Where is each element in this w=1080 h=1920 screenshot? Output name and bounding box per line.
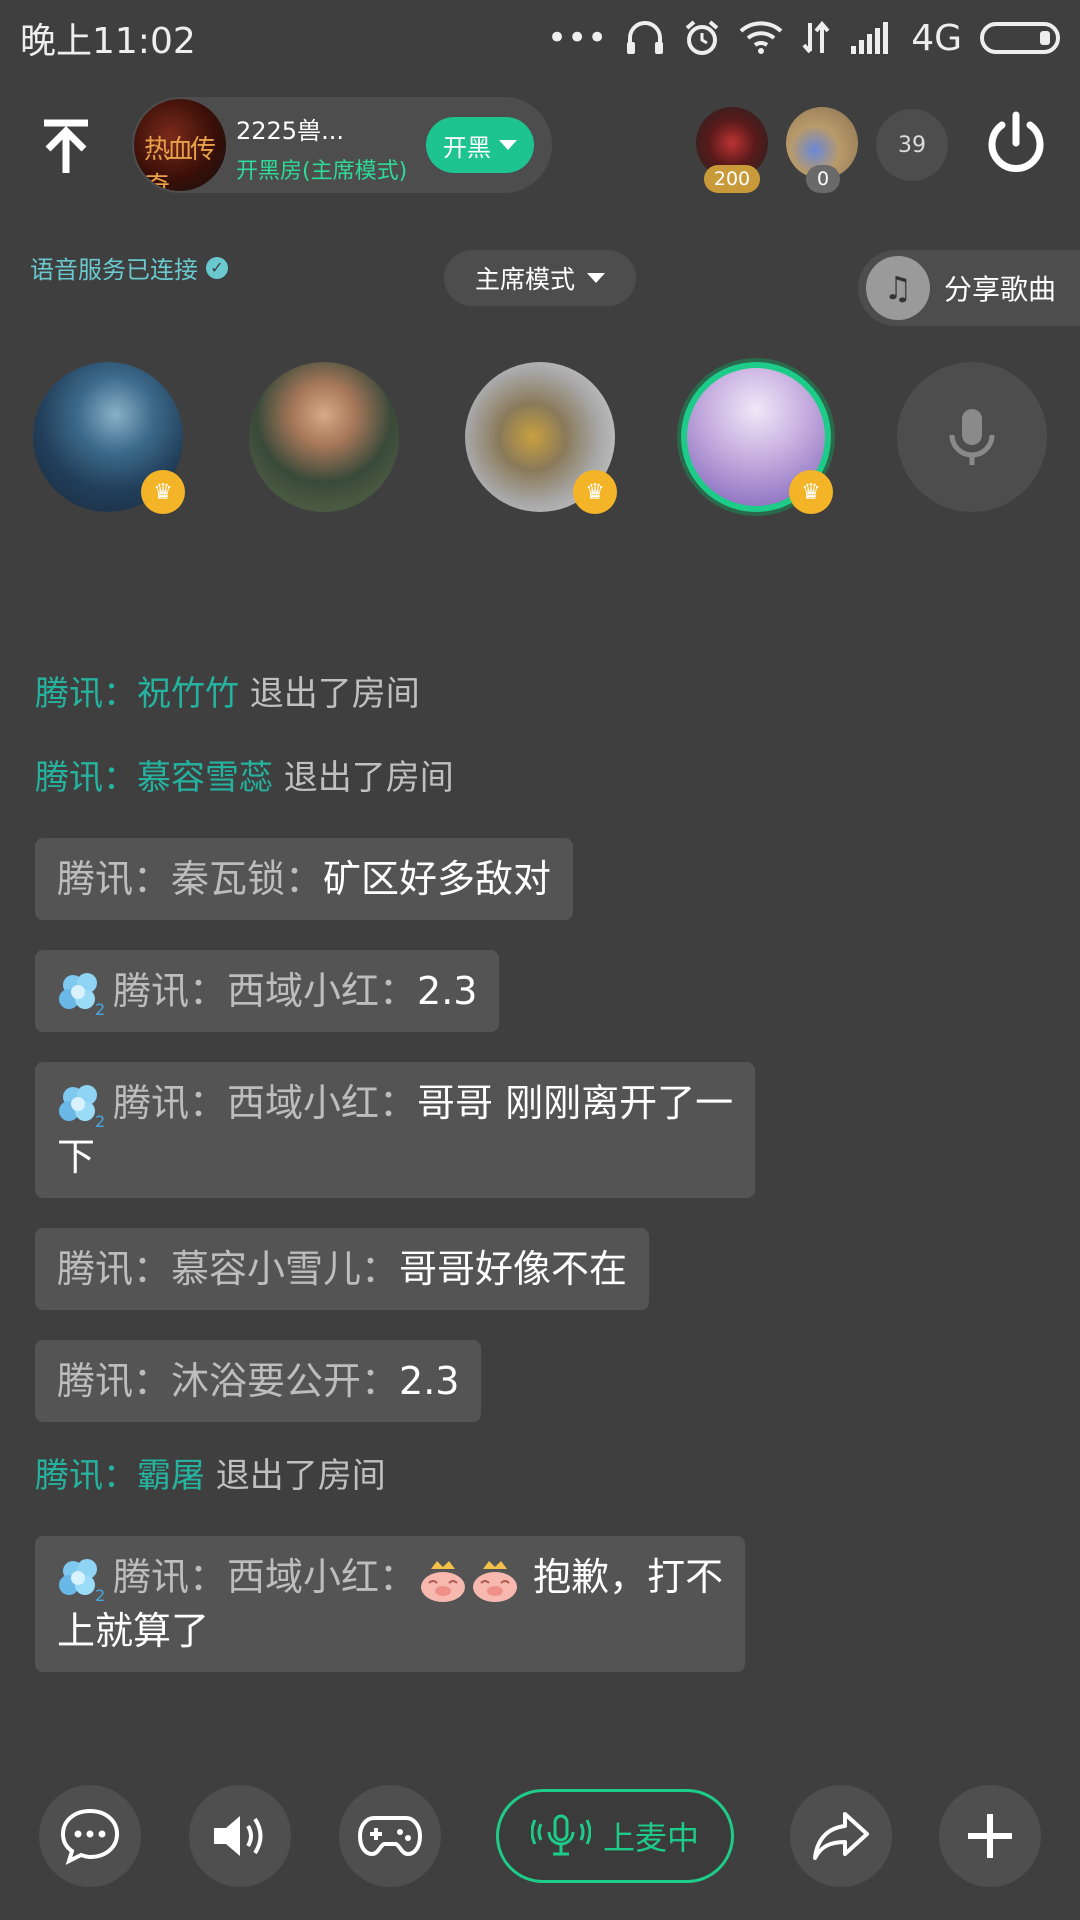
status-bar: 晚上11:02 ••• 4G xyxy=(0,0,1080,76)
audience-badge-1: 200 xyxy=(704,165,760,193)
music-note-icon: ♫ xyxy=(866,256,930,320)
check-icon: ✓ xyxy=(206,256,228,279)
game-button[interactable] xyxy=(339,1785,441,1887)
speaker-icon xyxy=(214,1816,263,1856)
audience-count-button[interactable]: 39 xyxy=(876,109,948,181)
sender-name: 腾讯：秦瓦锁： xyxy=(57,857,324,901)
chat-message[interactable]: 腾讯：慕容小雪儿：哥哥好像不在 xyxy=(35,1228,650,1310)
svg-text:2: 2 xyxy=(95,1000,105,1017)
pig-emoji-icon xyxy=(473,1560,518,1602)
alarm-icon xyxy=(685,20,719,55)
system-action: 退出了房间 xyxy=(273,758,454,798)
chat-list[interactable]: 腾讯：祝竹竹 退出了房间 腾讯：慕容雪蕊 退出了房间 腾讯：秦瓦锁：矿区好多敌对… xyxy=(35,670,1045,1702)
user-name[interactable]: 霸屠 xyxy=(137,1456,205,1496)
svg-text:2: 2 xyxy=(95,1586,105,1603)
message-text: 哥哥好像不在 xyxy=(399,1247,628,1291)
mode-select[interactable]: 主席模式 xyxy=(444,250,636,306)
status-icons: ••• 4G xyxy=(547,18,1060,59)
room-name: 2225兽... xyxy=(236,117,344,145)
more-dots-icon: ••• xyxy=(547,18,608,58)
voice-status: 语音服务已连接 ✓ xyxy=(30,250,228,285)
mode-select-label: 主席模式 xyxy=(474,265,575,294)
message-source: 腾讯： xyxy=(35,1456,137,1496)
chat-message[interactable]: 2 腾讯：西域小红：2.3 xyxy=(35,950,500,1032)
pig-emoji-icon xyxy=(421,1560,466,1602)
message-source: 腾讯： xyxy=(35,674,137,714)
more-button[interactable] xyxy=(939,1785,1041,1887)
room-info[interactable]: 热血传奇 2225兽... 开黑房(主席模式) 开黑 xyxy=(132,97,552,193)
wifi-icon xyxy=(739,21,783,54)
microphone-icon xyxy=(949,409,995,465)
message-text: 2.3 xyxy=(399,1359,460,1403)
bottom-toolbar: 上麦中 xyxy=(0,1785,1080,1889)
svg-text:2: 2 xyxy=(95,1112,105,1129)
dropdown-arrow-icon xyxy=(499,140,517,150)
chat-bubble-icon xyxy=(60,1808,120,1865)
room-type-label: 开黑 xyxy=(443,133,491,162)
headphones-icon xyxy=(627,21,664,54)
system-message: 腾讯：慕容雪蕊 退出了房间 xyxy=(35,754,1045,802)
minimize-arrow-icon[interactable] xyxy=(30,109,102,181)
sender-name: 腾讯：西域小红： xyxy=(113,969,418,1013)
system-message: 腾讯：霸屠 退出了房间 xyxy=(35,1452,1045,1500)
crown-icon: ♛ xyxy=(789,470,833,514)
user-name[interactable]: 祝竹竹 xyxy=(137,674,239,714)
message-text: 2.3 xyxy=(417,969,478,1013)
chat-message[interactable]: 2 腾讯：西域小红：哥哥 刚刚离开了一下 xyxy=(35,1062,756,1198)
user-name[interactable]: 慕容雪蕊 xyxy=(137,758,273,798)
room-header: 热血传奇 2225兽... 开黑房(主席模式) 开黑 200 0 39 xyxy=(0,95,1080,195)
crown-icon: ♛ xyxy=(141,470,185,514)
chat-message[interactable]: 2 腾讯：西域小红： 抱歉，打不上就算了 xyxy=(35,1536,746,1672)
share-song-label: 分享歌曲 xyxy=(944,273,1057,306)
sender-name: 腾讯：沐浴要公开： xyxy=(57,1359,400,1403)
power-icon[interactable] xyxy=(980,109,1052,181)
dropdown-arrow-icon xyxy=(587,273,605,283)
message-text: 抱歉，打不 xyxy=(521,1555,724,1599)
system-message: 腾讯：祝竹竹 退出了房间 xyxy=(35,670,1045,718)
system-action: 退出了房间 xyxy=(205,1456,386,1496)
chat-message[interactable]: 腾讯：沐浴要公开：2.3 xyxy=(35,1340,482,1422)
message-text: 矿区好多敌对 xyxy=(323,857,552,901)
level-badge-icon: 2 xyxy=(59,1558,105,1603)
plus-icon xyxy=(968,1814,1012,1858)
battery-icon xyxy=(980,22,1060,54)
sender-name: 腾讯：西域小红： xyxy=(113,1555,418,1599)
message-text-continued: 下 xyxy=(57,1135,96,1179)
mic-status-button[interactable]: 上麦中 xyxy=(496,1789,734,1883)
sender-name: 腾讯：西域小红： xyxy=(113,1081,418,1125)
status-time: 晚上11:02 xyxy=(20,21,196,62)
share-arrow-icon xyxy=(813,1812,869,1860)
mic-status-label: 上麦中 xyxy=(602,1819,699,1857)
system-action: 退出了房间 xyxy=(239,674,420,714)
mic-seat-2-avatar[interactable] xyxy=(249,362,399,512)
share-song-button[interactable]: ♫ 分享歌曲 xyxy=(858,250,1080,326)
data-transfer-icon xyxy=(802,21,830,54)
message-source: 腾讯： xyxy=(35,758,137,798)
network-type: 4G xyxy=(911,17,962,59)
message-text-continued: 上就算了 xyxy=(57,1609,210,1653)
chat-message[interactable]: 腾讯：秦瓦锁：矿区好多敌对 xyxy=(35,838,574,920)
microphone-waves-icon xyxy=(530,1814,591,1856)
volume-button[interactable] xyxy=(189,1785,291,1887)
level-badge-icon: 2 xyxy=(59,1084,105,1129)
sender-name: 腾讯：慕容小雪儿： xyxy=(57,1247,400,1291)
room-mode-label: 开黑房(主席模式) xyxy=(236,159,408,184)
room-cover-image: 热血传奇 xyxy=(134,99,226,191)
level-badge-icon: 2 xyxy=(59,972,105,1017)
gamepad-icon xyxy=(358,1816,422,1857)
share-button[interactable] xyxy=(790,1785,892,1887)
chat-button[interactable] xyxy=(39,1785,141,1887)
empty-mic-seat[interactable] xyxy=(897,362,1047,512)
voice-status-label: 语音服务已连接 xyxy=(30,256,198,284)
room-type-dropdown[interactable]: 开黑 xyxy=(426,117,534,173)
signal-icon xyxy=(851,22,889,54)
message-text: 哥哥 刚刚离开了一 xyxy=(417,1081,734,1125)
audience-badge-2: 0 xyxy=(806,165,840,193)
crown-icon: ♛ xyxy=(573,470,617,514)
